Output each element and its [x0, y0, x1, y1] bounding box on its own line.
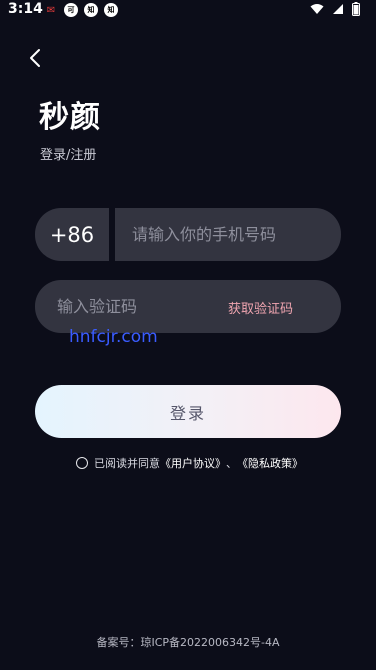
watermark-text: hnfcjr.com	[69, 327, 158, 347]
message-icon: ✉	[46, 4, 56, 16]
app-badge-icon: 可	[64, 3, 78, 17]
battery-icon	[352, 2, 360, 16]
signal-icon	[333, 4, 343, 14]
agreement-row: 已阅读并同意 《用户协议》 、 《隐私政策》	[76, 455, 303, 471]
login-screen: 3:14 ✉ 可 知 知 秒颜 登录/注册 +86 请输入你的手机号码 输入验证…	[0, 0, 376, 670]
notification-icons: ✉ 可 知 知	[44, 3, 118, 17]
app-badge-icon: 知	[84, 3, 98, 17]
app-badge-icon: 知	[104, 3, 118, 17]
wifi-icon	[310, 4, 324, 14]
agree-checkbox[interactable]	[76, 457, 88, 469]
privacy-policy-link[interactable]: 《隐私政策》	[237, 455, 303, 471]
phone-input-container	[115, 208, 341, 261]
status-bar: 3:14 ✉ 可 知 知	[0, 0, 376, 20]
get-code-button[interactable]: 获取验证码	[228, 298, 293, 317]
agreement-separator: 、	[226, 457, 237, 470]
phone-input[interactable]	[132, 225, 341, 244]
phone-field-row: +86	[35, 208, 341, 261]
status-indicators	[310, 2, 360, 16]
verification-code-container: 获取验证码	[35, 280, 341, 333]
login-button[interactable]: 登录	[35, 385, 341, 438]
country-code-selector[interactable]: +86	[35, 208, 109, 261]
app-title: 秒颜	[39, 100, 101, 135]
chevron-left-icon	[30, 49, 40, 67]
verification-code-input[interactable]	[57, 297, 217, 316]
status-time: 3:14	[8, 1, 43, 17]
page-subtitle: 登录/注册	[40, 148, 97, 163]
back-button[interactable]	[26, 46, 46, 70]
icp-record: 备案号：琼ICP备2022006342号-4A	[96, 636, 280, 649]
agreement-prefix: 已阅读并同意	[94, 457, 160, 470]
user-agreement-link[interactable]: 《用户协议》	[160, 455, 226, 471]
